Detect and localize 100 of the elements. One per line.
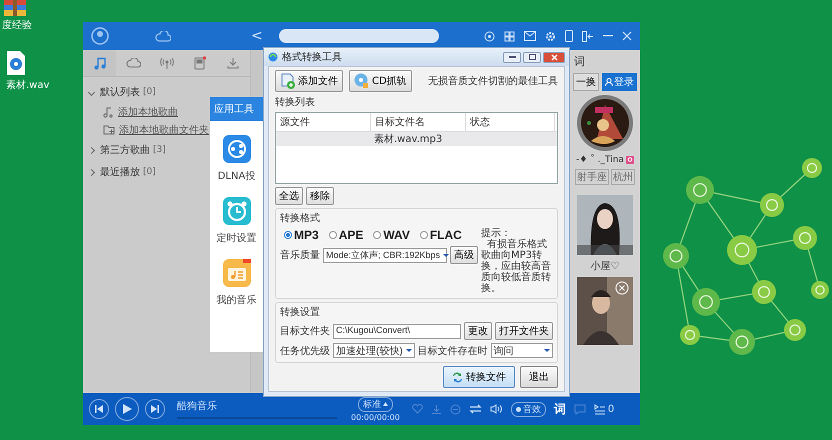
list-button[interactable]: 移除 (306, 187, 334, 205)
radio-circle[interactable] (284, 231, 292, 239)
format-radio[interactable]: FLAC (420, 228, 462, 242)
profile-tag: 射手座 (575, 169, 609, 185)
format-radio[interactable]: MP3 (284, 228, 319, 242)
user-name: -♦ ˚ ._Tina (576, 155, 624, 165)
avatar-icon[interactable] (91, 27, 109, 45)
radio-circle[interactable] (373, 231, 382, 239)
field-label: 目标文件存在时 (418, 344, 488, 358)
close-button[interactable] (543, 52, 565, 62)
search-field[interactable] (278, 29, 439, 43)
open-folder-button[interactable]: 打开文件夹 (495, 322, 553, 340)
minimize-button[interactable] (503, 52, 521, 62)
add-local-link[interactable]: 添加本地歌曲文件夹 (119, 123, 209, 137)
previous-button[interactable] (89, 399, 109, 419)
format-radio[interactable]: APE (328, 228, 364, 242)
mail-icon[interactable] (524, 31, 536, 41)
mini-mode-icon[interactable] (582, 30, 594, 42)
column-header[interactable]: 源文件 (276, 113, 371, 131)
lyrics-tab[interactable]: 词 (570, 54, 585, 69)
playlist-icon[interactable] (594, 404, 606, 414)
cloud-icon[interactable] (155, 30, 171, 42)
toolbar-button[interactable]: 添加文件 (275, 70, 343, 92)
nav-tab[interactable] (83, 50, 116, 76)
table-row[interactable]: 素材.wav.mp3 (276, 132, 557, 146)
tool-label[interactable]: 定时设置 (216, 231, 256, 245)
grid-icon[interactable] (504, 30, 515, 42)
list-button[interactable]: 全选 (275, 187, 303, 205)
playlist-header[interactable]: 最近播放 [0] (83, 161, 162, 183)
audio-file-icon[interactable] (6, 50, 26, 76)
tool-label[interactable]: DLNA投 (218, 169, 256, 183)
share-icon[interactable] (222, 135, 250, 163)
song-title: 酷狗音乐 (177, 400, 218, 413)
advanced-button[interactable]: 高级 (450, 246, 478, 264)
radio-circle[interactable] (420, 231, 428, 239)
maximize-button[interactable] (523, 52, 541, 62)
priority-select[interactable]: 加速处理(较快) (333, 343, 415, 358)
play-time: 00:00/00:00 (351, 412, 400, 422)
tool-label[interactable]: 我的音乐 (216, 293, 256, 307)
group-title: 转换格式 (280, 212, 321, 225)
repeat-icon[interactable] (468, 404, 482, 414)
hint-title: 提示： (481, 228, 511, 239)
maximize-icon (528, 54, 536, 60)
add-folder-icon (103, 125, 115, 135)
column-header[interactable]: 状态 (466, 113, 555, 131)
play-button[interactable] (115, 397, 139, 421)
toolbar-button[interactable]: CD抓轨 (349, 70, 412, 92)
previous-icon (95, 405, 103, 413)
minimize-icon[interactable] (603, 35, 613, 37)
volume-icon[interactable] (490, 404, 503, 414)
radio-circle[interactable] (328, 231, 337, 239)
exit-button[interactable]: 退出 (520, 366, 558, 388)
exists-select[interactable]: 询问 (490, 343, 553, 358)
table-cell-text: 素材.wav.mp3 (373, 132, 444, 146)
download-icon (227, 57, 240, 69)
folder-field[interactable]: C:\Kugou\Convert\ (333, 324, 461, 338)
add-local-link[interactable]: 添加本地歌曲 (118, 105, 178, 119)
music-folder-icon[interactable] (222, 259, 250, 287)
add-file-icon (280, 73, 296, 89)
change-button[interactable]: 更改 (464, 322, 492, 340)
login-button[interactable]: 登录 (602, 73, 637, 91)
play-circle-icon[interactable] (484, 30, 495, 42)
quality-select[interactable]: Mode:立体声; CBR:192Kbps (323, 248, 447, 262)
desktop-icon-label[interactable]: 度经验 (2, 18, 32, 32)
next-button[interactable] (145, 399, 165, 419)
music-note-icon (94, 56, 106, 70)
gender-badge-icon (626, 156, 634, 164)
profile-tag: 杭州 (611, 169, 635, 185)
refresh-button[interactable]: 一换 (573, 73, 599, 91)
playlist-header[interactable]: 默认列表 [0] (83, 81, 162, 103)
field-label: 音乐质量 (280, 248, 320, 262)
hint-text: 有损音乐格式歌曲向MP3转换，应由较高音质向较低音质转换。 (481, 239, 552, 294)
group-title: 转换列表 (275, 96, 316, 109)
close-icon[interactable] (622, 31, 632, 41)
add-song-icon (103, 106, 114, 118)
caret-icon (382, 402, 388, 406)
desktop-icon-label[interactable]: 素材.wav (6, 78, 50, 92)
field-label: 任务优先级 (280, 344, 330, 358)
close-icon (550, 54, 558, 60)
column-header[interactable]: 目标文件名 (371, 113, 466, 131)
convert-button[interactable]: 转换文件 (443, 366, 515, 388)
queue-count: 0 (608, 404, 614, 414)
sound-effect-button[interactable]: 音效 (510, 402, 546, 416)
back-button[interactable]: < (247, 28, 267, 44)
lyrics-button[interactable]: 词 (554, 400, 566, 418)
playlist-header[interactable]: 第三方歌曲 [3] (83, 139, 172, 161)
next-icon (151, 405, 159, 413)
format-radio[interactable]: WAV (373, 228, 410, 242)
panel-title: 应用工具 (210, 97, 263, 121)
minimize-icon (508, 56, 516, 58)
group-title: 转换设置 (280, 306, 321, 319)
user-icon (605, 78, 613, 86)
card-caption: 小屋♡ (590, 260, 620, 273)
app-logo-icon (268, 52, 278, 62)
convert-icon (452, 372, 463, 382)
alarm-clock-icon[interactable] (222, 197, 250, 225)
archive-icon[interactable] (2, 0, 28, 16)
phone-icon[interactable] (565, 30, 573, 42)
dot-icon (516, 406, 521, 412)
settings-icon[interactable] (545, 30, 556, 42)
